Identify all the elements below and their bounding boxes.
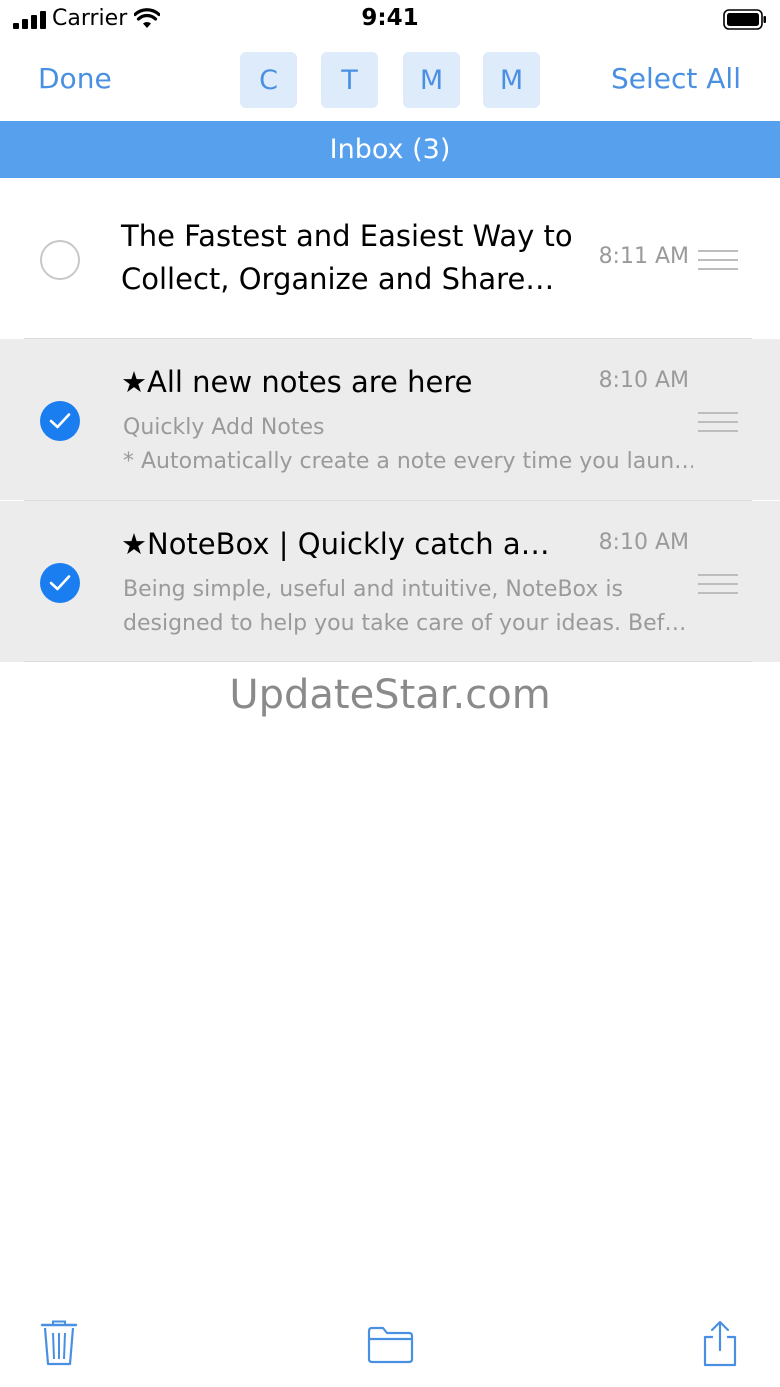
tag-chip-c[interactable]: C — [240, 52, 297, 108]
section-title: Inbox (3) — [329, 134, 451, 165]
bottom-toolbar — [0, 1300, 780, 1387]
status-bar: Carrier 9:41 — [0, 0, 780, 40]
select-checkbox[interactable] — [40, 240, 80, 280]
note-title-line-2: Collect, Organize and Share… — [121, 262, 555, 296]
selected-checkmark-icon[interactable] — [40, 401, 80, 441]
folder-icon[interactable] — [367, 1326, 414, 1364]
battery-icon — [723, 9, 766, 30]
tag-chip-t[interactable]: T — [321, 52, 378, 108]
note-row[interactable]: ★NoteBox | Quickly catch a… Being simple… — [0, 501, 780, 662]
inbox-section-header: Inbox (3) — [0, 121, 780, 178]
note-title: ★All new notes are here — [121, 365, 473, 399]
note-preview-line-1: Quickly Add Notes — [123, 415, 325, 440]
selected-checkmark-icon[interactable] — [40, 563, 80, 603]
drag-handle-icon[interactable] — [698, 574, 738, 594]
tag-filter-bar: C T M M — [240, 52, 540, 108]
note-row[interactable]: The Fastest and Easiest Way to Collect, … — [0, 178, 780, 339]
done-button[interactable]: Done — [38, 62, 112, 95]
note-time: 8:11 AM — [598, 244, 689, 269]
row-divider — [24, 661, 752, 662]
note-time: 8:10 AM — [598, 530, 689, 555]
note-preview-line-2: * Automatically create a note every time… — [123, 449, 693, 474]
watermark-text: UpdateStar.com — [229, 672, 551, 718]
trash-icon[interactable] — [40, 1320, 78, 1366]
note-time: 8:10 AM — [598, 368, 689, 393]
select-all-button[interactable]: Select All — [611, 62, 741, 95]
drag-handle-icon[interactable] — [698, 412, 738, 432]
tag-chip-m-2[interactable]: M — [483, 52, 540, 108]
share-icon[interactable] — [701, 1320, 739, 1368]
tag-chip-m[interactable]: M — [403, 52, 460, 108]
clock: 9:41 — [361, 5, 419, 31]
nav-bar: Done C T M M Select All — [0, 40, 780, 121]
note-preview-line-1: Being simple, useful and intuitive, Note… — [123, 577, 623, 602]
note-title: ★NoteBox | Quickly catch a… — [121, 527, 550, 561]
drag-handle-icon[interactable] — [698, 250, 738, 270]
note-preview-line-2: designed to help you take care of your i… — [123, 611, 687, 636]
note-row[interactable]: ★All new notes are here Quickly Add Note… — [0, 339, 780, 501]
note-title-line-1: The Fastest and Easiest Way to — [121, 219, 573, 253]
